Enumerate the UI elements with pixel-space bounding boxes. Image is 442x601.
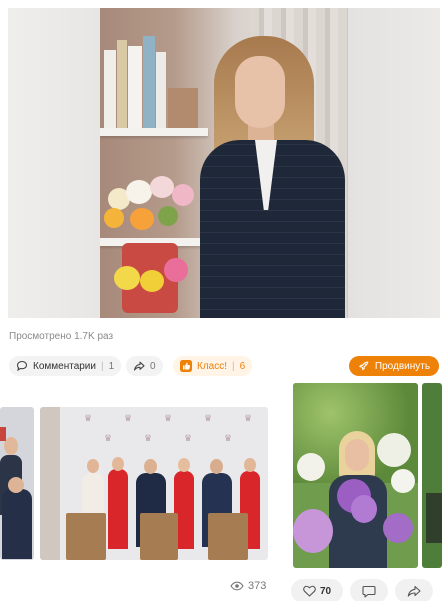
portrait-face bbox=[235, 56, 285, 128]
like-button[interactable]: 70 bbox=[291, 579, 343, 601]
reshare-icon bbox=[133, 361, 145, 371]
comments-count: 1 bbox=[108, 360, 115, 372]
rocket-icon bbox=[359, 361, 369, 371]
class-button[interactable]: Класс! | 6 bbox=[173, 356, 253, 376]
promote-button[interactable]: Продвинуть bbox=[349, 356, 439, 376]
photo-letterbox-left bbox=[8, 8, 100, 318]
views-counter: Просмотрено 1.7K раз bbox=[9, 331, 114, 342]
comments-button[interactable]: Комментарии | 1 bbox=[9, 356, 122, 376]
eye-icon bbox=[230, 581, 244, 591]
heart-icon bbox=[303, 585, 316, 597]
feed-reshare-button[interactable] bbox=[395, 579, 433, 601]
feed-views-counter: 373 bbox=[230, 580, 266, 592]
feed-photo-partial-right[interactable] bbox=[422, 383, 442, 568]
comment-icon bbox=[16, 360, 28, 372]
reshare-icon bbox=[407, 585, 421, 597]
comments-label: Комментарии bbox=[33, 360, 96, 372]
feed-photo-partial[interactable] bbox=[0, 407, 34, 560]
feed-comment-button[interactable] bbox=[350, 579, 388, 601]
photo-scene bbox=[100, 8, 348, 318]
feed-views-count: 373 bbox=[248, 580, 267, 592]
promote-label: Продвинуть bbox=[374, 360, 431, 372]
thumbs-up-icon bbox=[180, 360, 192, 372]
shelf bbox=[100, 128, 208, 136]
class-label: Класс! bbox=[197, 360, 227, 372]
photo-letterbox-right bbox=[348, 8, 440, 318]
feed-photo-signing-ceremony[interactable]: ♛ ♛ ♛ ♛ ♛ ♛ ♛ ♛ ♛ bbox=[40, 407, 268, 560]
like-count: 70 bbox=[319, 585, 332, 597]
reshare-count: 0 bbox=[150, 360, 156, 372]
class-count: 6 bbox=[239, 360, 246, 372]
main-photo[interactable] bbox=[8, 8, 440, 318]
reshare-button[interactable]: 0 bbox=[126, 356, 163, 376]
feed-photo-lilacs[interactable] bbox=[293, 383, 418, 568]
comment-icon bbox=[362, 585, 376, 597]
